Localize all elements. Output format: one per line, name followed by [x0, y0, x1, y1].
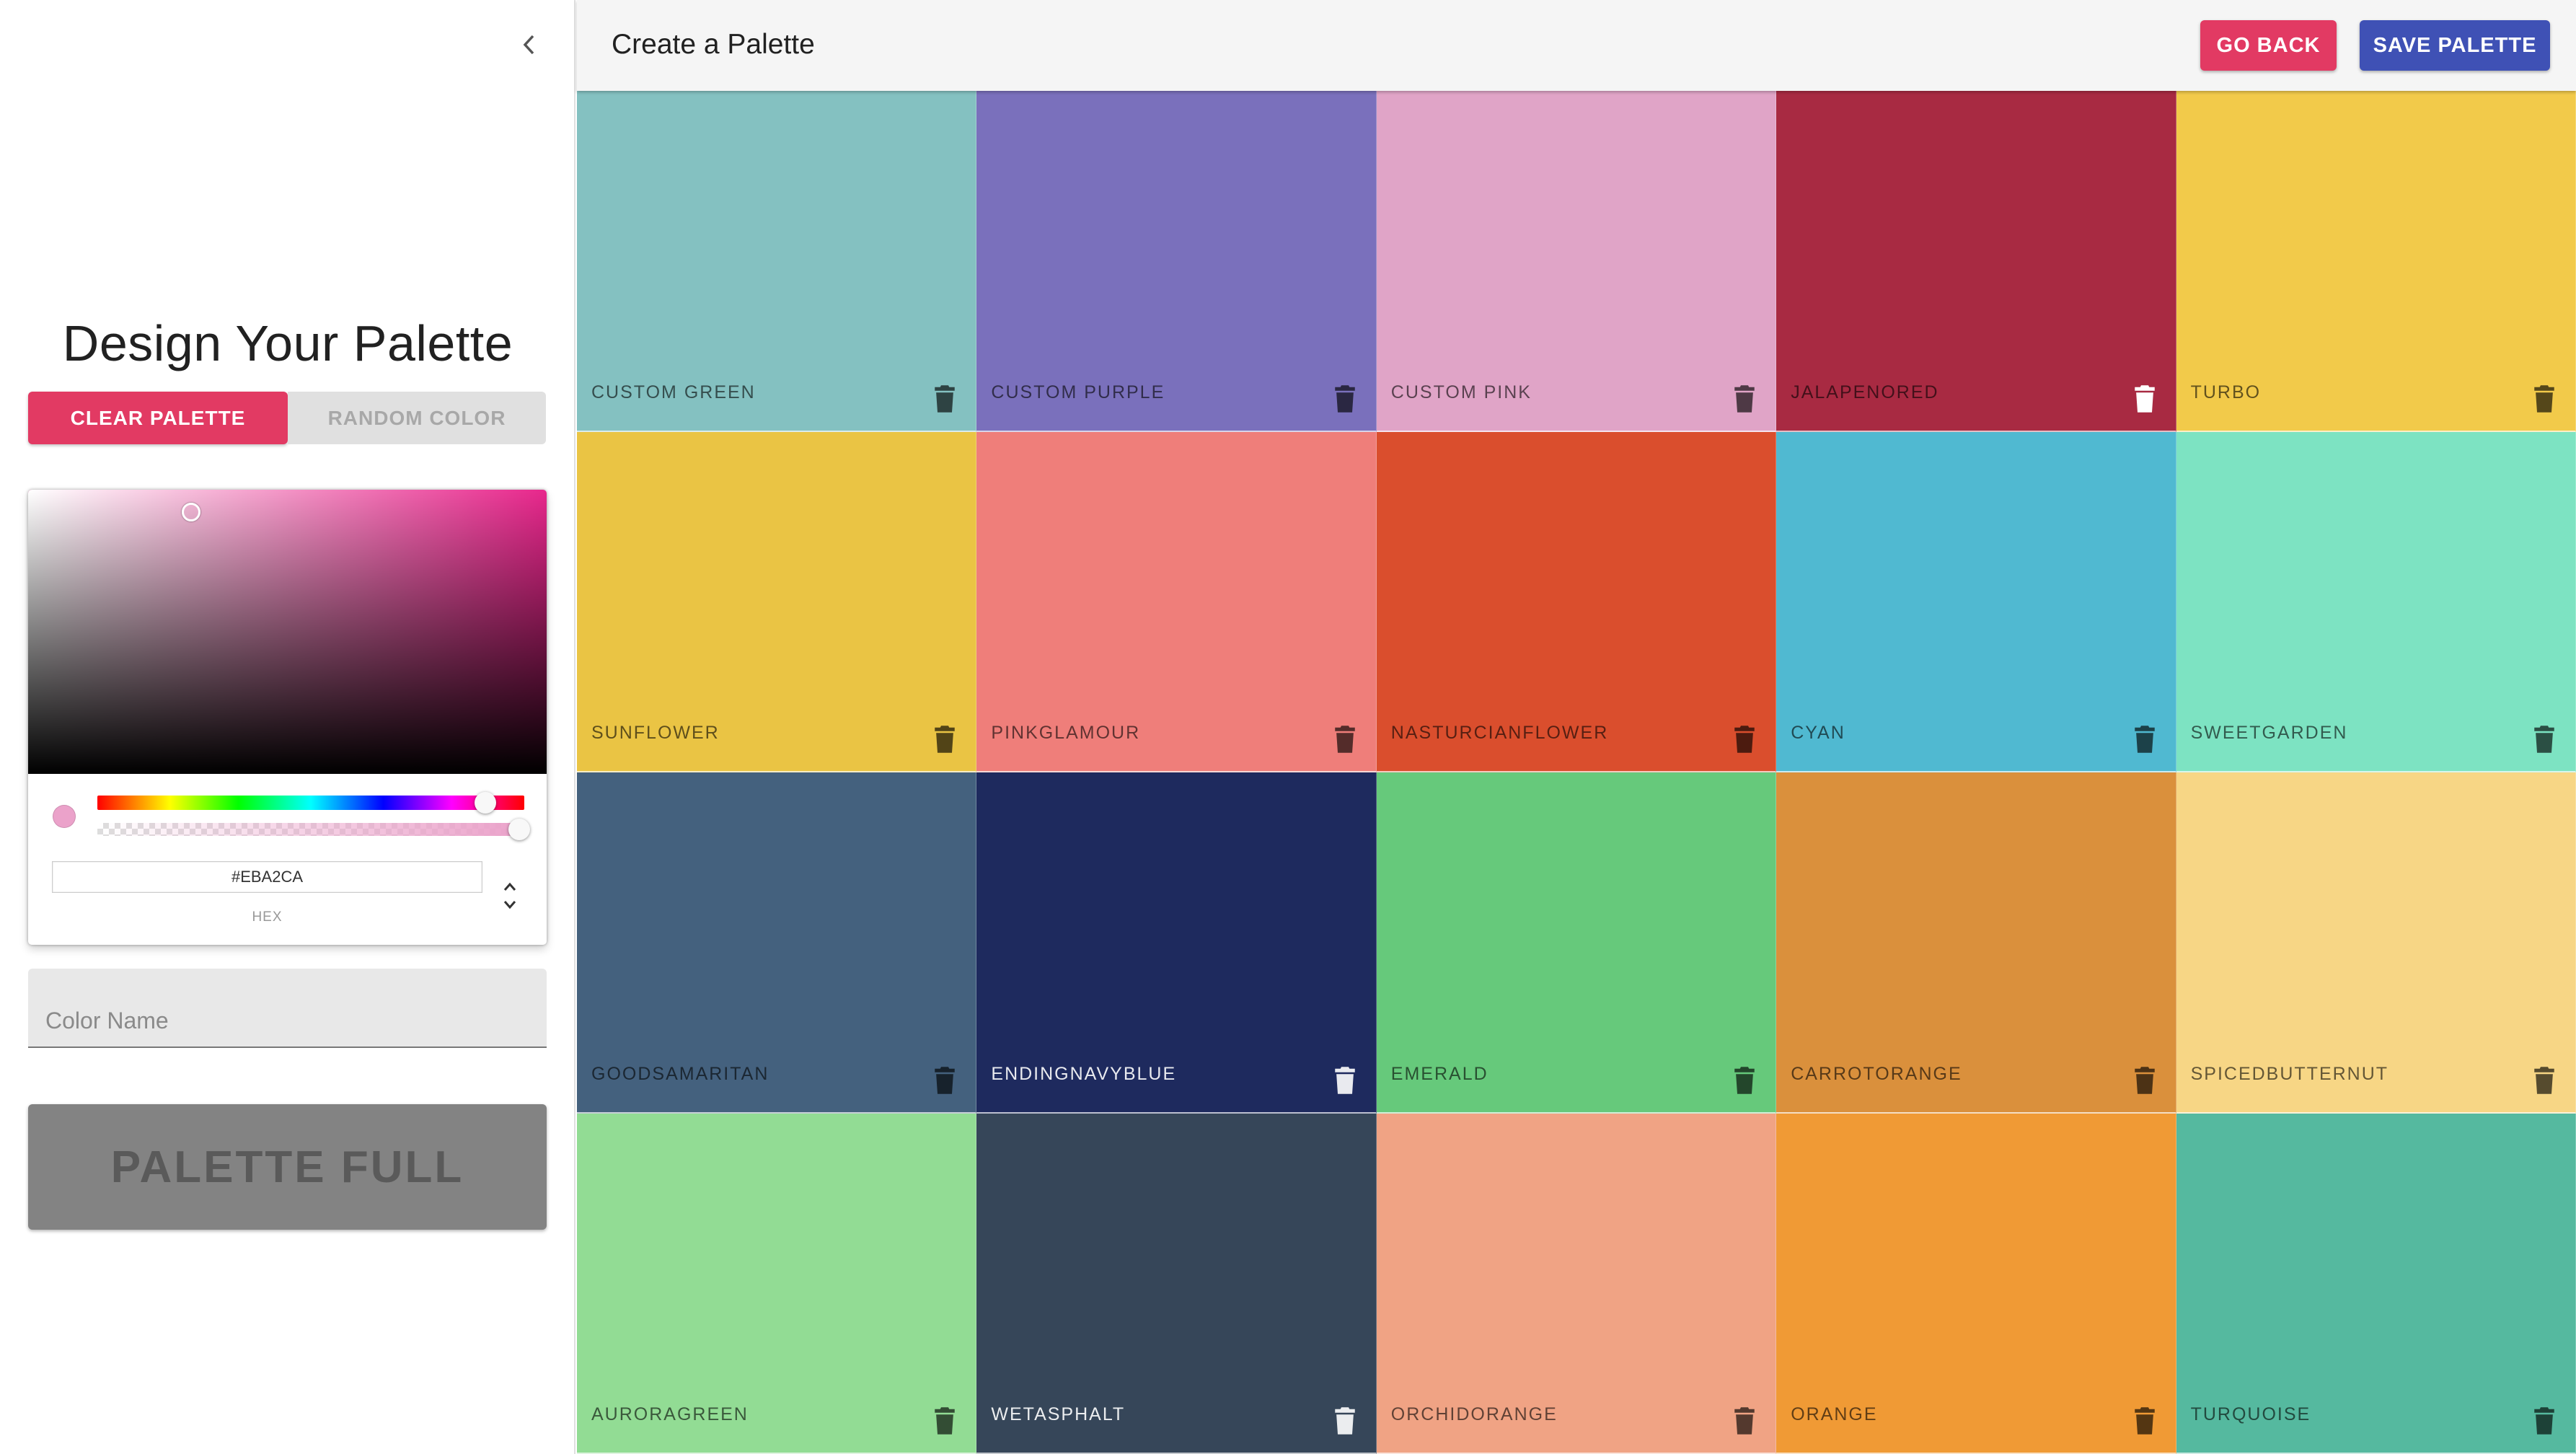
color-box-custom-purple[interactable]: custom purple [976, 91, 1377, 432]
delete-icon[interactable] [2533, 1406, 2555, 1435]
color-box-orchidorange[interactable]: orchidorange [1376, 1113, 1777, 1454]
delete-icon[interactable] [2134, 1066, 2156, 1095]
color-box-carrotorange[interactable]: carrotorange [1776, 772, 2176, 1114]
color-box-name: turbo [2190, 382, 2262, 402]
delete-icon[interactable] [2533, 725, 2555, 754]
color-box-auroragreen[interactable]: auroragreen [577, 1113, 977, 1454]
color-box-name: jalapenored [1791, 382, 1939, 402]
chevron-left-icon [523, 35, 534, 55]
delete-icon[interactable] [1734, 1066, 1755, 1095]
color-box-name: custom green [591, 382, 756, 402]
color-box-name: goodsamaritan [591, 1063, 769, 1084]
delete-icon[interactable] [1734, 725, 1755, 754]
saturation-handle[interactable] [182, 503, 200, 521]
color-picker: HEX [28, 490, 547, 945]
palette-full-button: PALETTE FULL [28, 1104, 547, 1230]
drawer: Design Your Palette CLEAR PALETTE RANDOM… [0, 0, 575, 1454]
hex-label: HEX [252, 909, 283, 925]
hex-input[interactable] [52, 861, 482, 893]
color-box-name: endingnavyblue [991, 1063, 1177, 1084]
color-box-name: cyan [1791, 723, 1845, 743]
unfold-icon [503, 882, 516, 909]
color-box-orange[interactable]: orange [1776, 1113, 2176, 1454]
saturation-area[interactable] [28, 490, 547, 774]
page-title: Create a Palette [612, 29, 815, 60]
delete-icon[interactable] [934, 384, 956, 413]
delete-icon[interactable] [934, 725, 956, 754]
color-box-name: auroragreen [591, 1404, 749, 1424]
delete-icon[interactable] [1334, 725, 1356, 754]
color-box-name: pinkglamour [991, 723, 1141, 743]
color-box-jalapenored[interactable]: jalapenored [1776, 91, 2176, 432]
color-box-name: custom purple [991, 382, 1165, 402]
color-box-endingnavyblue[interactable]: endingnavyblue [976, 772, 1377, 1114]
color-name-input[interactable] [45, 1005, 529, 1036]
color-box-name: sweetgarden [2190, 723, 2348, 743]
color-box-name: emerald [1390, 1063, 1488, 1084]
color-box-custom-green[interactable]: custom green [577, 91, 977, 432]
delete-icon[interactable] [1334, 1066, 1356, 1095]
color-box-name: wetasphalt [991, 1404, 1126, 1424]
delete-icon[interactable] [1334, 1406, 1356, 1435]
format-toggle-button[interactable] [495, 875, 524, 917]
hue-slider[interactable] [97, 792, 524, 814]
color-box-name: turquoise [2190, 1404, 2311, 1424]
color-box-name: sunflower [591, 723, 720, 743]
color-box-emerald[interactable]: emerald [1376, 772, 1777, 1114]
drawer-title: Design Your Palette [62, 315, 513, 371]
color-box-name: orange [1791, 1404, 1878, 1424]
color-box-turbo[interactable]: turbo [2176, 91, 2576, 432]
palette-actions: CLEAR PALETTE RANDOM COLOR [28, 392, 546, 444]
color-box-name: orchidorange [1390, 1404, 1558, 1424]
random-color-button[interactable]: RANDOM COLOR [288, 392, 546, 444]
delete-icon[interactable] [1734, 1406, 1755, 1435]
color-box-name: custom pink [1390, 382, 1532, 402]
delete-icon[interactable] [2134, 725, 2156, 754]
color-box-turquoise[interactable]: turquoise [2176, 1113, 2576, 1454]
delete-icon[interactable] [2533, 384, 2555, 413]
delete-icon[interactable] [1334, 384, 1356, 413]
color-grid: custom green custom purple custom pink j… [577, 91, 2576, 1454]
delete-icon[interactable] [2134, 384, 2156, 413]
alpha-handle[interactable] [508, 819, 530, 840]
go-back-button[interactable]: GO BACK [2200, 20, 2337, 71]
app-bar: Create a Palette GO BACK SAVE PALETTE [577, 0, 2576, 91]
color-box-wetasphalt[interactable]: wetasphalt [976, 1113, 1377, 1454]
color-box-name: nasturcianflower [1390, 723, 1609, 743]
delete-icon[interactable] [1734, 384, 1755, 413]
color-box-sunflower[interactable]: sunflower [577, 431, 977, 772]
save-palette-button[interactable]: SAVE PALETTE [2360, 20, 2550, 71]
color-box-cyan[interactable]: cyan [1776, 431, 2176, 772]
delete-icon[interactable] [934, 1406, 956, 1435]
clear-palette-button[interactable]: CLEAR PALETTE [28, 392, 288, 444]
hue-handle[interactable] [475, 792, 496, 814]
delete-icon[interactable] [934, 1066, 956, 1095]
color-box-pinkglamour[interactable]: pinkglamour [976, 431, 1377, 772]
delete-icon[interactable] [2533, 1066, 2555, 1095]
color-box-sweetgarden[interactable]: sweetgarden [2176, 431, 2576, 772]
color-box-name: spicedbutternut [2190, 1063, 2389, 1084]
collapse-drawer-button[interactable] [509, 26, 550, 63]
current-color-swatch [53, 805, 76, 828]
color-box-goodsamaritan[interactable]: goodsamaritan [577, 772, 977, 1114]
alpha-slider[interactable] [97, 819, 530, 840]
color-box-name: carrotorange [1791, 1063, 1962, 1084]
color-box-spicedbutternut[interactable]: spicedbutternut [2176, 772, 2576, 1114]
color-name-field[interactable] [28, 969, 547, 1048]
delete-icon[interactable] [2134, 1406, 2156, 1435]
color-box-nasturcianflower[interactable]: nasturcianflower [1376, 431, 1777, 772]
color-box-custom-pink[interactable]: custom pink [1376, 91, 1777, 432]
